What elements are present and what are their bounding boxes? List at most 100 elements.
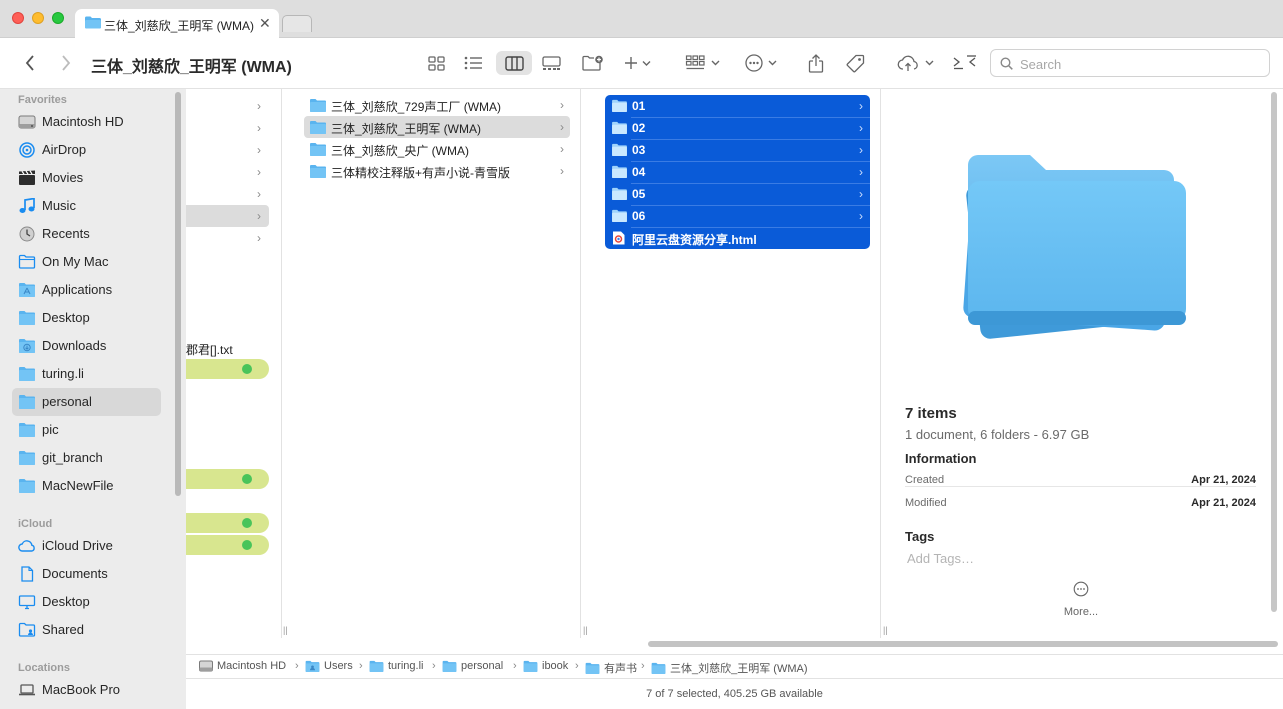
- group-by-button[interactable]: [684, 51, 722, 75]
- column-divider[interactable]: [580, 89, 581, 638]
- preview-scrollbar[interactable]: [1271, 92, 1277, 612]
- tab-bar: 三体_刘慈欣_王明军 (WMA) ✕: [0, 0, 1283, 38]
- chevron-right-icon: ›: [257, 209, 261, 223]
- list-item-selected[interactable]: 03 ›: [605, 139, 870, 161]
- shared-folder-icon: [18, 622, 36, 637]
- list-item-selected[interactable]: 三体_刘慈欣_王明军 (WMA) ›: [304, 116, 570, 138]
- folder-icon: [523, 660, 538, 672]
- column-divider[interactable]: [281, 89, 282, 638]
- chevron-left-icon: [25, 55, 34, 71]
- columns-icon: [504, 55, 524, 71]
- laptop-icon: [19, 684, 35, 696]
- sidebar-item-macintosh-hd[interactable]: Macintosh HD: [12, 108, 161, 136]
- column-divider[interactable]: [880, 89, 881, 638]
- sidebar-item-on-my-mac[interactable]: On My Mac: [12, 248, 161, 276]
- list-item-selected[interactable]: 01 ›: [605, 95, 870, 117]
- sidebar-item-downloads[interactable]: Downloads: [12, 332, 161, 360]
- sidebar-item-documents[interactable]: Documents: [12, 560, 161, 588]
- column-1-file-partial[interactable]: 郡君[].txt: [186, 341, 233, 358]
- list-item-selected[interactable]: 05 ›: [605, 183, 870, 205]
- terminal-button[interactable]: [952, 51, 978, 75]
- sidebar-item-airdrop[interactable]: AirDrop: [12, 136, 161, 164]
- path-item-users[interactable]: Users: [305, 660, 353, 672]
- sidebar-item-movies[interactable]: Movies: [12, 164, 161, 192]
- tagged-row[interactable]: [186, 469, 269, 489]
- path-item-current-folder[interactable]: 三体_刘慈欣_王明军 (WMA): [651, 660, 808, 676]
- hard-drive-icon: [199, 660, 213, 672]
- chevron-right-icon: [62, 55, 71, 71]
- grid-icon: [427, 55, 445, 71]
- sidebar-item-shared[interactable]: Shared: [12, 616, 161, 644]
- users-folder-icon: [305, 660, 320, 672]
- tagged-row[interactable]: [186, 535, 269, 555]
- list-item[interactable]: 三体_刘慈欣_729声工厂 (WMA) ›: [304, 94, 570, 116]
- divider: [905, 486, 1256, 487]
- sidebar-item-turing-li[interactable]: turing.li: [12, 360, 161, 388]
- sidebar-item-macnewfile[interactable]: MacNewFile: [12, 472, 161, 500]
- sidebar-item-icloud-drive[interactable]: iCloud Drive: [12, 532, 161, 560]
- chevron-right-icon: ›: [560, 142, 564, 156]
- sidebar-item-macbook-pro[interactable]: MacBook Pro: [12, 676, 161, 704]
- folder-icon: [612, 209, 627, 222]
- preview-pane: 7 items 1 document, 6 folders - 6.97 GB …: [894, 89, 1283, 638]
- sidebar-item-music[interactable]: Music: [12, 192, 161, 220]
- chevron-right-icon: ›: [641, 660, 645, 672]
- back-button[interactable]: [20, 51, 40, 75]
- search-field[interactable]: Search: [990, 49, 1270, 77]
- sidebar-item-icloud-desktop[interactable]: Desktop: [12, 588, 161, 616]
- path-item-macintosh-hd[interactable]: Macintosh HD: [199, 660, 286, 672]
- tab-active[interactable]: 三体_刘慈欣_王明军 (WMA) ✕: [75, 9, 279, 38]
- list-item[interactable]: 三体精校注释版+有声小说-青雪版 ›: [304, 160, 570, 182]
- sidebar-item-desktop[interactable]: Desktop: [12, 304, 161, 332]
- list-view-button[interactable]: [462, 51, 484, 75]
- path-item-personal[interactable]: personal: [442, 660, 503, 672]
- folder-icon: [19, 423, 35, 437]
- path-item-youshengshu[interactable]: 有声书: [585, 660, 637, 676]
- list-item-selected[interactable]: 02 ›: [605, 117, 870, 139]
- chevron-right-icon: ›: [359, 660, 363, 672]
- path-item-turing-li[interactable]: turing.li: [369, 660, 423, 672]
- sidebar-item-applications[interactable]: Applications: [12, 276, 161, 304]
- new-tab-button[interactable]: [282, 15, 312, 32]
- list-item-selected[interactable]: 阿里云盘资源分享.html: [605, 227, 870, 249]
- close-tab-icon[interactable]: ✕: [259, 15, 271, 32]
- close-window-button[interactable]: [12, 12, 24, 24]
- column-1: › › › › › › › 郡君[].txt: [186, 89, 281, 638]
- column-resize-grip[interactable]: ||: [883, 625, 888, 635]
- tagged-row[interactable]: [186, 513, 269, 533]
- column-view-button[interactable]: [496, 51, 532, 75]
- zoom-window-button[interactable]: [52, 12, 64, 24]
- add-menu-button[interactable]: [623, 51, 655, 75]
- group-icon: [685, 55, 720, 70]
- tagged-row[interactable]: [186, 359, 269, 379]
- icloud-menu-button[interactable]: [896, 51, 936, 75]
- action-menu-button[interactable]: [743, 51, 779, 75]
- column-resize-grip[interactable]: ||: [583, 625, 588, 635]
- share-button[interactable]: [805, 51, 827, 75]
- folder-outline-icon: [18, 254, 36, 269]
- plus-chevron-icon: [625, 57, 651, 69]
- add-tags-field[interactable]: Add Tags…: [907, 551, 974, 566]
- hard-drive-icon: [18, 115, 36, 129]
- sidebar-item-recents[interactable]: Recents: [12, 220, 161, 248]
- column-1-selected-row[interactable]: ›: [186, 205, 269, 227]
- sidebar-scrollbar[interactable]: [175, 92, 181, 496]
- list-item[interactable]: 三体_刘慈欣_央广 (WMA) ›: [304, 138, 570, 160]
- more-button[interactable]: More...: [1061, 581, 1101, 621]
- icon-view-button[interactable]: [425, 51, 447, 75]
- gallery-view-button[interactable]: [540, 51, 562, 75]
- sidebar-item-git-branch[interactable]: git_branch: [12, 444, 161, 472]
- horizontal-scrollbar[interactable]: [648, 641, 1278, 647]
- list-item-selected[interactable]: 06 ›: [605, 205, 870, 227]
- path-item-ibook[interactable]: ibook: [523, 660, 568, 672]
- forward-button[interactable]: [56, 51, 76, 75]
- sidebar-item-personal[interactable]: personal: [12, 388, 161, 416]
- modified-label: Modified: [905, 497, 947, 509]
- column-resize-grip[interactable]: ||: [283, 625, 288, 635]
- folder-icon: [585, 662, 600, 674]
- list-item-selected[interactable]: 04 ›: [605, 161, 870, 183]
- new-folder-button[interactable]: [581, 51, 605, 75]
- minimize-window-button[interactable]: [32, 12, 44, 24]
- sidebar-item-pic[interactable]: pic: [12, 416, 161, 444]
- tags-button[interactable]: [844, 51, 866, 75]
